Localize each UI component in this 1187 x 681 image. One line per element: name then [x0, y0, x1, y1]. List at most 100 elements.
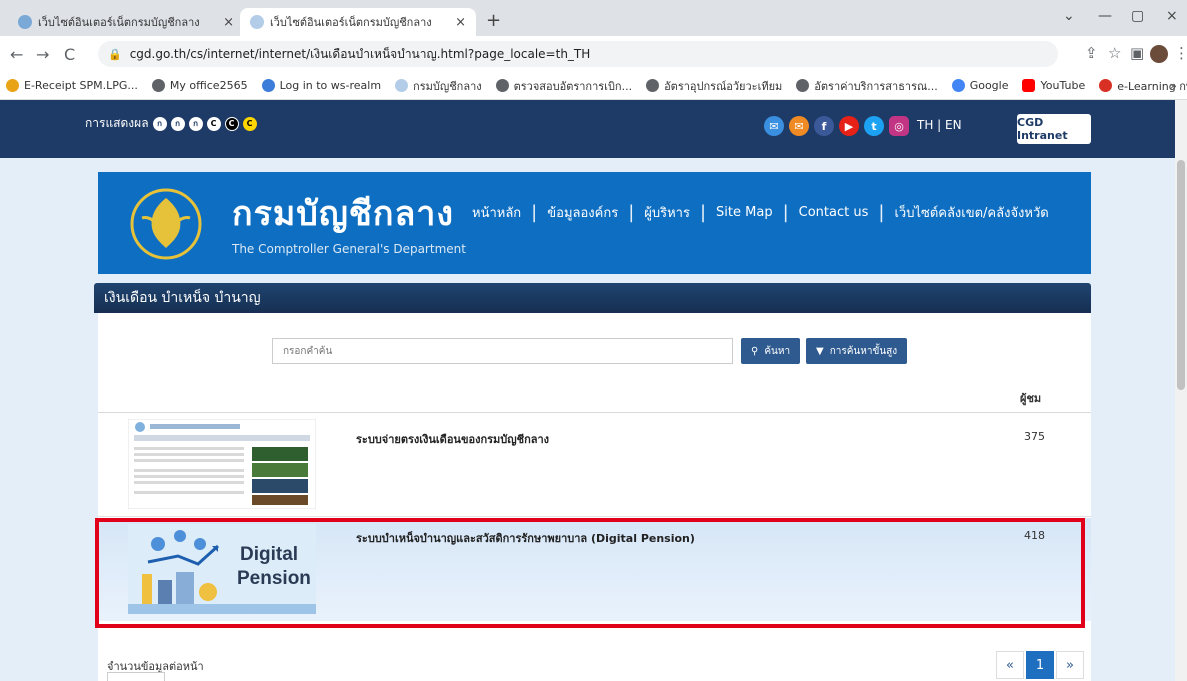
restore-button[interactable]: ▢	[1131, 8, 1144, 24]
bookmark-item[interactable]: อัตราค่าบริการสาธารณ...	[796, 77, 938, 95]
language-switch[interactable]: TH | EN	[917, 118, 962, 132]
youtube-icon[interactable]: ▶	[839, 116, 859, 136]
browser-tab-strip: เว็บไซต์อินเตอร์เน็ตกรมบัญชีกลาง × เว็บไ…	[0, 0, 1187, 36]
search-icon: ⚲	[751, 345, 759, 357]
back-button[interactable]: ←	[10, 45, 23, 64]
twitter-icon[interactable]: t	[864, 116, 884, 136]
globe-icon	[151, 79, 165, 92]
nav-divider: |	[628, 202, 635, 223]
result-views: 375	[1024, 430, 1045, 443]
views-column-header: ผู้ชม	[1020, 392, 1042, 405]
scrollbar-thumb[interactable]	[1177, 160, 1185, 390]
thumb-title-line-2: Pension	[237, 568, 311, 589]
thumb-title-line-1: Digital	[240, 544, 299, 565]
close-tab-icon[interactable]: ×	[223, 15, 234, 30]
bookmark-star-icon[interactable]: ☆	[1108, 44, 1121, 62]
contrast-normal-button[interactable]: C	[206, 116, 221, 131]
bookmark-favicon-icon	[261, 79, 275, 92]
result-views: 418	[1024, 529, 1045, 542]
bookmark-favicon-icon	[395, 79, 409, 92]
nav-divider: |	[782, 202, 789, 223]
reload-button[interactable]: C	[64, 45, 75, 64]
address-toolbar: ← → C 🔒 cgd.go.th/cs/internet/internet/เ…	[0, 36, 1187, 72]
minimize-button[interactable]: —	[1098, 8, 1112, 24]
nav-organization[interactable]: ข้อมูลองค์กร	[537, 202, 628, 223]
advanced-search-button[interactable]: ▼ การค้นหาขั้นสูง	[806, 338, 908, 364]
site-favicon-icon	[18, 15, 32, 29]
contrast-yellow-button[interactable]: C	[242, 116, 257, 131]
bookmark-item[interactable]: Google	[951, 79, 1008, 92]
bookmark-item[interactable]: อัตราอุปกรณ์อวัยวะเทียม	[646, 77, 782, 95]
nav-contact-us[interactable]: Contact us	[789, 205, 879, 220]
utility-bar: การแสดงผล ก ก ก C C C ✉ ✉ f ▶ t ◎ TH | E…	[0, 100, 1175, 158]
font-size-small-button[interactable]: ก	[152, 116, 167, 131]
page-scrollbar[interactable]	[1175, 100, 1187, 681]
main-navigation: หน้าหลัก | ข้อมูลองค์กร | ผู้บริหาร | Si…	[462, 202, 1059, 223]
profile-avatar[interactable]	[1150, 45, 1168, 63]
site-favicon-icon	[250, 15, 264, 29]
nav-executives[interactable]: ผู้บริหาร	[634, 202, 700, 223]
forward-button[interactable]: →	[36, 45, 49, 64]
url-text: cgd.go.th/cs/internet/internet/เงินเดือน…	[129, 46, 591, 61]
bookmarks-bar: E-Receipt SPM.LPG... My office2565 Log i…	[0, 72, 1187, 100]
page-viewport: การแสดงผล ก ก ก C C C ✉ ✉ f ▶ t ◎ TH | E…	[0, 100, 1187, 681]
brand-thai-name: กรมบัญชีกลาง	[232, 195, 455, 233]
tab-title: เว็บไซต์อินเตอร์เน็ตกรมบัญชีกลาง	[38, 16, 200, 29]
nav-provincial-offices[interactable]: เว็บไซต์คลังเขต/คลังจังหวัด	[884, 202, 1058, 223]
next-page-button[interactable]: »	[1056, 651, 1084, 679]
google-icon	[951, 79, 965, 92]
url-bar[interactable]: 🔒 cgd.go.th/cs/internet/internet/เงินเดื…	[98, 41, 1058, 67]
brand-english-name: The Comptroller General's Department	[232, 242, 466, 256]
facebook-icon[interactable]: f	[814, 116, 834, 136]
section-title: เงินเดือน บำเหน็จ บำนาญ	[94, 283, 1091, 313]
lock-icon[interactable]: 🔒	[108, 48, 122, 61]
bookmark-item[interactable]: YouTube	[1022, 79, 1085, 92]
bookmark-item[interactable]: กรมบัญชีกลาง	[395, 77, 482, 95]
nav-divider: |	[699, 202, 707, 223]
youtube-icon	[1022, 79, 1036, 92]
result-row[interactable]: ระบบจ่ายตรงเงินเดือนของกรมบัญชีกลาง 375	[98, 413, 1091, 517]
globe-icon	[646, 79, 660, 92]
tab-search-icon[interactable]: ⌄	[1063, 8, 1075, 24]
font-size-large-button[interactable]: ก	[188, 116, 203, 131]
bookmark-item[interactable]: ตรวจสอบอัตราการเบิก...	[495, 77, 632, 95]
nav-divider: |	[531, 202, 538, 223]
globe-icon	[796, 79, 810, 92]
nav-home[interactable]: หน้าหลัก	[462, 202, 531, 223]
tab-title: เว็บไซต์อินเตอร์เน็ตกรมบัญชีกลาง	[270, 16, 432, 29]
search-button[interactable]: ⚲ ค้นหา	[741, 338, 801, 364]
content-panel: เงินเดือน บำเหน็จ บำนาญ ⚲ ค้นหา ▼ การค้น…	[94, 283, 1091, 681]
close-window-button[interactable]: ×	[1166, 8, 1178, 24]
result-title[interactable]: ระบบบำเหน็จบำนาญและสวัสดิการรักษาพยาบาล …	[356, 529, 695, 547]
result-row[interactable]: Digital Pension ระบบบำเหน็จบำนาญและสวัสด…	[98, 518, 1091, 621]
previous-page-button[interactable]: «	[996, 651, 1024, 679]
browser-tab-1[interactable]: เว็บไซต์อินเตอร์เน็ตกรมบัญชีกลาง ×	[8, 8, 244, 36]
cgd-intranet-button[interactable]: CGD Intranet	[1017, 114, 1091, 144]
instagram-icon[interactable]: ◎	[889, 116, 909, 136]
new-tab-button[interactable]: +	[486, 10, 501, 31]
per-page-select[interactable]	[107, 672, 165, 681]
envelope-orange-icon[interactable]: ✉	[789, 116, 809, 136]
search-input[interactable]	[272, 338, 733, 364]
font-size-medium-button[interactable]: ก	[170, 116, 185, 131]
more-bookmarks-button[interactable]: »	[1170, 79, 1177, 93]
bookmark-item[interactable]: Log in to ws-realm	[261, 79, 381, 92]
page-number-button[interactable]: 1	[1026, 651, 1054, 679]
bookmark-favicon-icon	[6, 79, 19, 92]
nav-site-map[interactable]: Site Map	[706, 205, 783, 220]
garuda-logo-icon[interactable]	[128, 186, 204, 262]
side-panel-icon[interactable]: ▣	[1130, 44, 1144, 62]
mail-icon[interactable]: ✉	[764, 116, 784, 136]
result-thumbnail[interactable]	[128, 419, 316, 509]
close-tab-icon[interactable]: ×	[455, 15, 466, 30]
browser-menu-icon[interactable]: ⋮	[1174, 44, 1187, 62]
browser-tab-2[interactable]: เว็บไซต์อินเตอร์เน็ตกรมบัญชีกลาง ×	[240, 8, 476, 36]
contrast-dark-button[interactable]: C	[224, 116, 239, 131]
globe-icon	[495, 79, 509, 92]
result-title[interactable]: ระบบจ่ายตรงเงินเดือนของกรมบัญชีกลาง	[356, 430, 549, 448]
share-icon[interactable]: ⇪	[1085, 44, 1098, 62]
bookmark-favicon-icon	[1099, 79, 1113, 92]
bookmark-item[interactable]: My office2565	[151, 79, 248, 92]
brand-block[interactable]: กรมบัญชีกลาง The Comptroller General's D…	[232, 186, 466, 256]
bookmark-item[interactable]: E-Receipt SPM.LPG...	[6, 79, 138, 92]
